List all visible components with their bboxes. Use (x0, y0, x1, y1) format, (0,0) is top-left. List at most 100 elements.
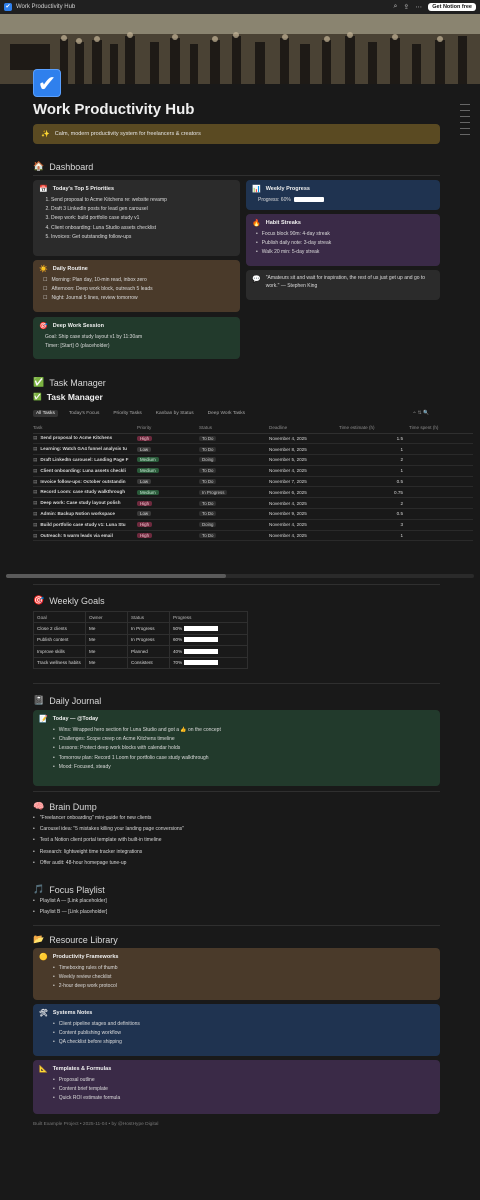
priority-cell[interactable]: Medium (137, 486, 199, 499)
search-icon[interactable]: ⌕ (393, 3, 397, 11)
table-of-contents-icon[interactable] (460, 104, 470, 140)
priority-cell[interactable]: Medium (137, 465, 199, 477)
priority-cell[interactable]: Low (137, 508, 199, 520)
deadline-cell[interactable]: November 9, 2025 (269, 508, 339, 520)
time-spent-cell[interactable] (409, 465, 473, 477)
status-cell[interactable]: To Do (199, 530, 269, 542)
estimate-cell[interactable]: 1 (339, 530, 409, 542)
task-name-cell[interactable]: ▤ Build portfolio case study v1: Luna Stu (33, 519, 137, 531)
playlist-item[interactable]: Playlist A — [Link placeholder] (33, 898, 107, 904)
table-row[interactable]: ▤ Outreach: 5 warm leads via email High To … (33, 530, 473, 542)
time-spent-cell[interactable] (409, 486, 473, 499)
time-spent-cell[interactable] (409, 519, 473, 531)
estimate-cell[interactable]: 3 (339, 519, 409, 531)
more-icon[interactable]: ⋯ (415, 3, 422, 11)
priority-cell[interactable]: High (137, 433, 199, 445)
status-cell[interactable]: To Do (199, 476, 269, 488)
routine-checkbox-item[interactable]: Night: Journal 5 lines, review tomorrow (43, 295, 234, 301)
deadline-cell[interactable]: November 4, 2025 (269, 519, 339, 531)
deadline-cell[interactable]: November 8, 2025 (269, 443, 339, 456)
tab-priority-tasks[interactable]: Priority Tasks (110, 410, 144, 417)
priority-cell[interactable]: Low (137, 476, 199, 488)
status-cell[interactable]: To Do (199, 465, 269, 477)
deadline-cell[interactable]: November 4, 2025 (269, 465, 339, 477)
routine-checkbox-item[interactable]: Morning: Plan day, 10-min read, inbox ze… (43, 277, 234, 283)
task-name-cell[interactable]: ▤ Outreach: 5 warm leads via email (33, 530, 137, 542)
estimate-cell[interactable]: 0.5 (339, 508, 409, 520)
estimate-cell[interactable]: 0.75 (339, 486, 409, 499)
table-row[interactable]: ▤ Client onboarding: Luna assets checkli M… (33, 465, 473, 477)
deadline-cell[interactable]: November 4, 2025 (269, 433, 339, 445)
deadline-cell[interactable]: November 6, 2025 (269, 486, 339, 499)
tab-all-tasks[interactable]: All Tasks (33, 409, 58, 417)
time-spent-cell[interactable] (409, 476, 473, 488)
task-name-cell[interactable]: ▤ Admin: Backup Notion workspace (33, 508, 137, 520)
task-name-cell[interactable]: ▤ Client onboarding: Luna assets checkli (33, 465, 137, 477)
deadline-cell[interactable]: November 4, 2025 (269, 497, 339, 510)
column-header[interactable]: Time estimate (h) (339, 422, 409, 434)
playlist-item[interactable]: Playlist B — [Link placeholder] (33, 909, 108, 915)
table-row[interactable]: ▤ Admin: Backup Notion workspace Low To Do N… (33, 508, 473, 520)
status-cell[interactable]: To Do (199, 443, 269, 456)
task-name-cell[interactable]: ▤ Learning: Watch GA4 funnel analysis tu (33, 443, 137, 456)
estimate-cell[interactable]: 1 (339, 443, 409, 456)
task-name-cell[interactable]: ▤ Draft LinkedIn carousel: Landing Page F (33, 454, 137, 466)
resource-library-heading: 📂 Resource Library (33, 934, 118, 945)
page-icon-checkmark[interactable]: ✔ (33, 69, 61, 97)
task-name-cell[interactable]: ▤ Send proposal to Acme Kitchens (33, 433, 137, 445)
estimate-cell[interactable]: 1 (339, 465, 409, 477)
task-name-cell[interactable]: ▤ Record Loom: case study walkthrough (33, 486, 137, 499)
music-note-icon: 🎵 (33, 884, 45, 894)
time-spent-cell[interactable] (409, 530, 473, 542)
column-header[interactable]: Deadline (269, 422, 339, 434)
time-spent-cell[interactable] (409, 433, 473, 445)
status-cell[interactable]: Doing (199, 454, 269, 466)
deadline-cell[interactable]: November 4, 2025 (269, 530, 339, 542)
task-name-cell[interactable]: ▤ Invoice follow-ups: October outstandin (33, 476, 137, 488)
routine-checkbox-item[interactable]: Afternoon: Deep work block, outreach 5 l… (43, 286, 234, 292)
status-cell[interactable]: To Do (199, 497, 269, 510)
divider (33, 925, 440, 926)
column-header[interactable]: Status (199, 422, 269, 434)
time-spent-cell[interactable] (409, 508, 473, 520)
table-row[interactable]: ▤ Record Loom: case study walkthrough Medi… (33, 486, 473, 499)
priority-cell[interactable]: Low (137, 443, 199, 456)
priority-cell[interactable]: High (137, 530, 199, 542)
task-database-title[interactable]: ✅ Task Manager (33, 392, 103, 402)
tab-deep-work-tasks[interactable]: Deep Work Tasks (205, 410, 248, 417)
share-icon[interactable]: ⇪ (403, 3, 409, 11)
status-cell[interactable]: Doing (199, 519, 269, 531)
time-spent-cell[interactable] (409, 454, 473, 466)
filter-sort-icons[interactable]: ⩪ ⇅ 🔍 (409, 410, 432, 417)
deadline-cell[interactable]: November 5, 2025 (269, 454, 339, 466)
time-spent-cell[interactable] (409, 443, 473, 456)
resource-item: Proposal outline (53, 1077, 434, 1083)
column-header[interactable]: Task (33, 422, 137, 434)
tab-todays-focus[interactable]: Today's Focus (66, 410, 103, 417)
deadline-cell[interactable]: November 7, 2025 (269, 476, 339, 488)
task-name-cell[interactable]: ▤ Deep work: Case study layout polish (33, 497, 137, 510)
horizontal-scrollbar[interactable] (6, 574, 474, 578)
column-header[interactable]: Priority (137, 422, 199, 434)
estimate-cell[interactable]: 2 (339, 454, 409, 466)
status-cell[interactable]: To Do (199, 433, 269, 445)
status-cell[interactable]: In Progress (199, 486, 269, 499)
table-row[interactable]: ▤ Learning: Watch GA4 funnel analysis tu L… (33, 443, 473, 456)
time-spent-cell[interactable] (409, 497, 473, 510)
table-row[interactable]: ▤ Deep work: Case study layout polish High… (33, 497, 473, 510)
estimate-cell[interactable]: 1.5 (339, 433, 409, 445)
estimate-cell[interactable]: 0.5 (339, 476, 409, 488)
column-header[interactable]: Time spent (h) (409, 422, 473, 434)
priority-cell[interactable]: High (137, 519, 199, 531)
table-row[interactable]: ▤ Invoice follow-ups: October outstandin L… (33, 476, 473, 488)
table-row[interactable]: ▤ Send proposal to Acme Kitchens High To Do… (33, 433, 473, 445)
table-row[interactable]: ▤ Build portfolio case study v1: Luna Stu… (33, 519, 473, 531)
deepwork-timer[interactable]: Timer: [Start] ⏱ (placeholder) (45, 343, 234, 349)
get-notion-free-button[interactable]: Get Notion free (428, 3, 476, 11)
priority-cell[interactable]: Medium (137, 454, 199, 466)
status-cell[interactable]: To Do (199, 508, 269, 520)
priority-cell[interactable]: High (137, 497, 199, 510)
table-row[interactable]: ▤ Draft LinkedIn carousel: Landing Page F… (33, 454, 473, 466)
estimate-cell[interactable]: 2 (339, 497, 409, 510)
tab-kanban-by-status[interactable]: Kanban by Status (153, 410, 197, 417)
